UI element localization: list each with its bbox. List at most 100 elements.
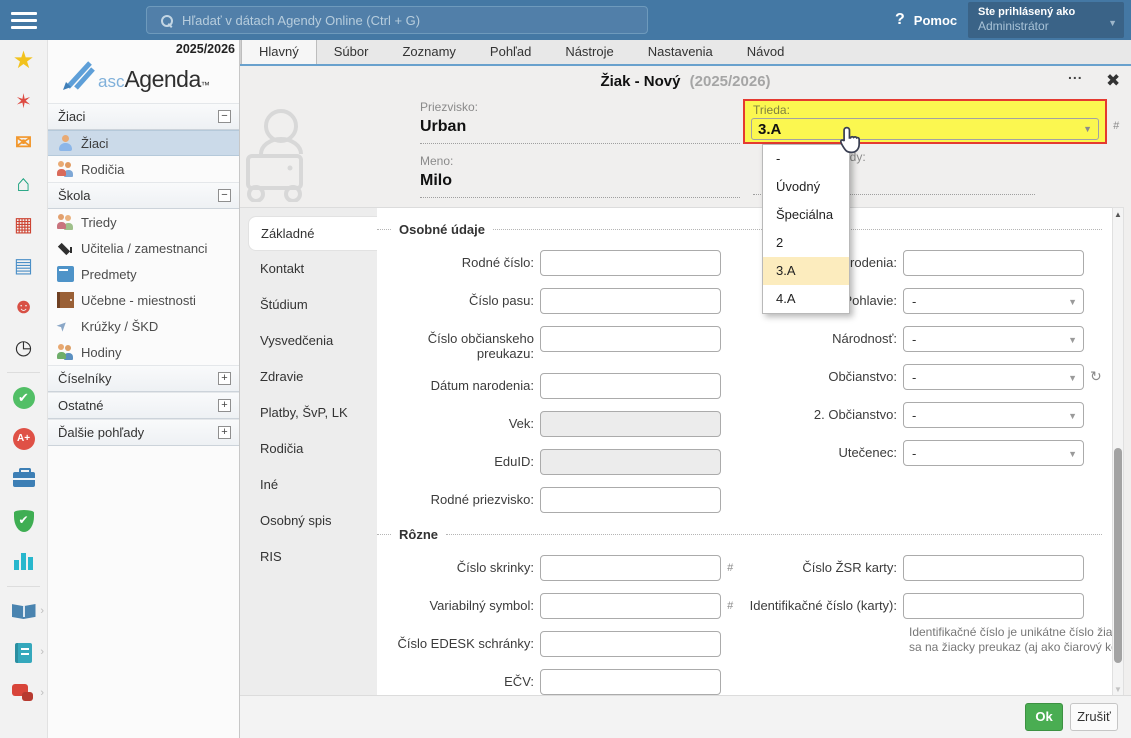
collapse-icon[interactable]: − — [218, 189, 231, 202]
dropdown-option-4.a[interactable]: 4.A — [763, 285, 849, 313]
dialog-menu-button[interactable]: ... — [1068, 66, 1083, 82]
chat-icon[interactable]: › — [0, 673, 47, 714]
expand-icon[interactable]: + — [218, 399, 231, 412]
expand-icon[interactable]: + — [218, 426, 231, 439]
planner-clock-icon[interactable]: ◷ — [0, 327, 47, 368]
close-icon[interactable]: ✖ — [1106, 71, 1120, 91]
menu-tab-nastavenia[interactable]: Nastavenia — [631, 40, 730, 64]
dropdown-option-úvodný[interactable]: Úvodný — [763, 173, 849, 201]
sidebar-item-rodičia[interactable]: Rodičia — [48, 156, 239, 182]
menu-tab-návod[interactable]: Návod — [730, 40, 802, 64]
dropdown-option-[interactable]: - — [763, 145, 849, 173]
firstname-field[interactable]: Meno: Milo — [420, 154, 740, 198]
sidebar-item-krúžky-škd[interactable]: Krúžky / ŠKD — [48, 313, 239, 339]
select-field[interactable]: -▼ — [903, 288, 1084, 314]
tab-vysvedčenia[interactable]: Vysvedčenia — [248, 323, 377, 359]
scroll-up-icon[interactable]: ▲ — [1113, 210, 1123, 219]
sidebar-item-žiaci[interactable]: Žiaci — [48, 130, 239, 156]
text-field[interactable] — [540, 593, 721, 619]
sidebar-item-hodiny[interactable]: Hodiny — [48, 339, 239, 365]
text-field[interactable] — [540, 373, 721, 399]
expand-icon[interactable]: + — [218, 372, 231, 385]
select-field[interactable]: -▼ — [903, 364, 1084, 390]
sidebar-section-číselníky[interactable]: Číselníky+ — [48, 365, 239, 392]
vertical-scrollbar[interactable]: ▲ ▼ — [1112, 207, 1124, 697]
cancel-button[interactable]: Zrušiť — [1070, 703, 1118, 731]
refresh-icon[interactable]: ↻ — [1090, 364, 1102, 390]
text-field[interactable] — [540, 631, 721, 657]
text-field[interactable] — [540, 250, 721, 276]
field-label: Číslo ŽSR karty: — [740, 555, 903, 581]
briefcase-icon[interactable] — [0, 459, 47, 500]
menu-tab-súbor[interactable]: Súbor — [317, 40, 386, 64]
dropdown-option-3.a[interactable]: 3.A — [763, 257, 849, 285]
magic-wand-icon[interactable]: ✶ — [0, 81, 47, 122]
field-label: EduID: — [395, 449, 540, 475]
select-field[interactable]: -▼ — [903, 402, 1084, 428]
chevron-down-icon: ▼ — [1068, 373, 1077, 383]
sidebar-section-žiaci[interactable]: Žiaci− — [48, 103, 239, 130]
notebook-icon: ▤ — [14, 256, 33, 276]
dropdown-option-špeciálna[interactable]: Špeciálna — [763, 201, 849, 229]
grade-a-plus-icon[interactable]: A+ — [0, 418, 47, 459]
logged-in-user-dropdown[interactable]: Ste prihlásený ako Administrátor ▼ — [968, 2, 1124, 38]
text-field[interactable] — [903, 555, 1084, 581]
home-icon[interactable]: ⌂ — [0, 163, 47, 204]
text-field[interactable] — [903, 593, 1084, 619]
document-icon[interactable]: › — [0, 632, 47, 673]
tab-štúdium[interactable]: Štúdium — [248, 287, 377, 323]
scroll-down-icon[interactable]: ▼ — [1113, 685, 1123, 694]
surname-label: Priezvisko: — [420, 100, 740, 115]
mail-icon[interactable]: ✉ — [0, 122, 47, 163]
scrollbar-thumb[interactable] — [1114, 448, 1122, 663]
sidebar-item-učitelia-zamestnanci[interactable]: Učitelia / zamestnanci — [48, 235, 239, 261]
tab-ris[interactable]: RIS — [248, 539, 377, 575]
select-field[interactable]: -▼ — [903, 326, 1084, 352]
tab-rodičia[interactable]: Rodičia — [248, 431, 377, 467]
class-label: Trieda: — [753, 103, 790, 117]
library-book-icon[interactable]: › — [0, 591, 47, 632]
hamburger-menu-icon[interactable] — [0, 0, 48, 40]
calendar-grid-icon[interactable]: ▦ — [0, 204, 47, 245]
sidebar-item-triedy[interactable]: Triedy — [48, 209, 239, 235]
sidebar-item-predmety[interactable]: Predmety — [48, 261, 239, 287]
sidebar-section-ostatné[interactable]: Ostatné+ — [48, 392, 239, 419]
sidebar-item-učebne-miestnosti[interactable]: Učebne - miestnosti — [48, 287, 239, 313]
tab-platby-švp-lk[interactable]: Platby, ŠvP, LK — [248, 395, 377, 431]
tab-kontakt[interactable]: Kontakt — [248, 251, 377, 287]
help-button[interactable]: ? Pomoc — [895, 0, 957, 40]
form-row: Číslo pasu: — [395, 288, 726, 314]
favorites-star-icon[interactable]: ★ — [0, 40, 47, 81]
text-field[interactable] — [540, 669, 721, 695]
tab-základné[interactable]: Základné — [248, 216, 377, 251]
notebook-icon[interactable]: ▤ — [0, 245, 47, 286]
menu-tab-pohľad[interactable]: Pohľad — [473, 40, 548, 64]
text-field[interactable] — [540, 326, 721, 352]
dropdown-option-2[interactable]: 2 — [763, 229, 849, 257]
clubs-rocket-icon — [57, 318, 74, 334]
collapse-icon[interactable]: − — [218, 110, 231, 123]
tab-zdravie[interactable]: Zdravie — [248, 359, 377, 395]
select-field[interactable]: -▼ — [903, 440, 1084, 466]
sidebar-section-škola[interactable]: Škola− — [48, 182, 239, 209]
menu-tab-zoznamy[interactable]: Zoznamy — [385, 40, 472, 64]
surname-field[interactable]: Priezvisko: Urban — [420, 100, 740, 144]
tab-osobný-spis[interactable]: Osobný spis — [248, 503, 377, 539]
text-field[interactable] — [540, 487, 721, 513]
bar-chart-icon[interactable] — [0, 541, 47, 582]
form-row: Utečenec:-▼ — [740, 440, 1102, 466]
check-circle-icon[interactable]: ✔ — [0, 377, 47, 418]
shield-check-icon[interactable]: ✔ — [0, 500, 47, 541]
text-field[interactable] — [540, 288, 721, 314]
menu-tab-nástroje[interactable]: Nástroje — [548, 40, 630, 64]
class-combobox[interactable]: 3.A ▼ — [751, 118, 1099, 140]
sidebar-section-ďalšie-pohľady[interactable]: Ďalšie pohľady+ — [48, 419, 239, 446]
tab-iné[interactable]: Iné — [248, 467, 377, 503]
pencil-logo-icon — [60, 58, 96, 90]
menu-tab-hlavný[interactable]: Hlavný — [241, 40, 317, 64]
text-field[interactable] — [540, 555, 721, 581]
person-icon[interactable]: ☻ — [0, 286, 47, 327]
ok-button[interactable]: Ok — [1025, 703, 1063, 731]
global-search-input[interactable]: Hľadať v dátach Agendy Online (Ctrl + G) — [146, 6, 648, 34]
text-field[interactable] — [903, 250, 1084, 276]
